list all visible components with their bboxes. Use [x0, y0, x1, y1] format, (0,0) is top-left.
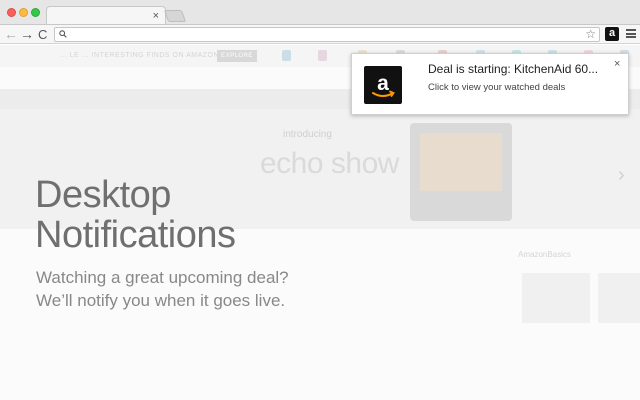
browser-menu-icon[interactable]	[626, 29, 636, 38]
svg-text:a: a	[377, 72, 389, 95]
browser-toolbar: ← → C ☆ a	[0, 24, 640, 44]
device-screen	[420, 133, 502, 191]
product-thumbnail	[282, 50, 291, 61]
desktop-notification[interactable]: a Deal is starting: KitchenAid 60... Cli…	[351, 53, 629, 115]
back-arrow-icon[interactable]: ←	[4, 26, 18, 43]
carousel-next-arrow-icon[interactable]: ›	[618, 164, 625, 187]
subcopy: Watching a great upcoming deal? We’ll no…	[36, 266, 396, 312]
browser-titlebar: ×	[0, 0, 640, 25]
headline-line-1: Desktop	[35, 174, 171, 216]
subcopy-line-1: Watching a great upcoming deal?	[36, 268, 289, 287]
address-bar[interactable]: ☆	[54, 27, 600, 42]
notification-body: Click to view your watched deals	[428, 82, 566, 93]
browser-tab[interactable]: ×	[46, 6, 166, 25]
product-card	[522, 273, 590, 323]
amazon-logo-icon: a	[364, 66, 402, 104]
forward-arrow-icon[interactable]: →	[20, 26, 34, 43]
hero-intro-text: introducing	[283, 129, 332, 140]
search-icon	[59, 30, 67, 38]
reload-icon[interactable]: C	[38, 26, 47, 43]
explore-button[interactable]: EXPLORE	[217, 50, 257, 62]
headline: Desktop Notifications	[35, 175, 395, 255]
bookmark-star-icon[interactable]: ☆	[585, 27, 596, 41]
amazon-extension-icon[interactable]: a	[605, 27, 619, 41]
headline-line-2: Notifications	[35, 214, 236, 256]
tab-close-icon[interactable]: ×	[153, 9, 159, 23]
notification-close-icon[interactable]: ×	[614, 58, 620, 70]
amazonbasics-label: AmazonBasics	[518, 250, 571, 259]
product-thumbnail	[318, 50, 327, 61]
product-card	[598, 273, 640, 323]
maximize-window-button[interactable]	[31, 8, 40, 17]
new-tab-button[interactable]	[163, 10, 187, 22]
promo-text: ... LE ... INTERESTING FINDS ON AMAZON	[60, 52, 220, 59]
echo-show-device-image	[410, 123, 512, 221]
notification-title: Deal is starting: KitchenAid 60...	[428, 62, 599, 76]
minimize-window-button[interactable]	[19, 8, 28, 17]
close-window-button[interactable]	[7, 8, 16, 17]
subcopy-line-2: We’ll notify you when it goes live.	[36, 291, 286, 310]
